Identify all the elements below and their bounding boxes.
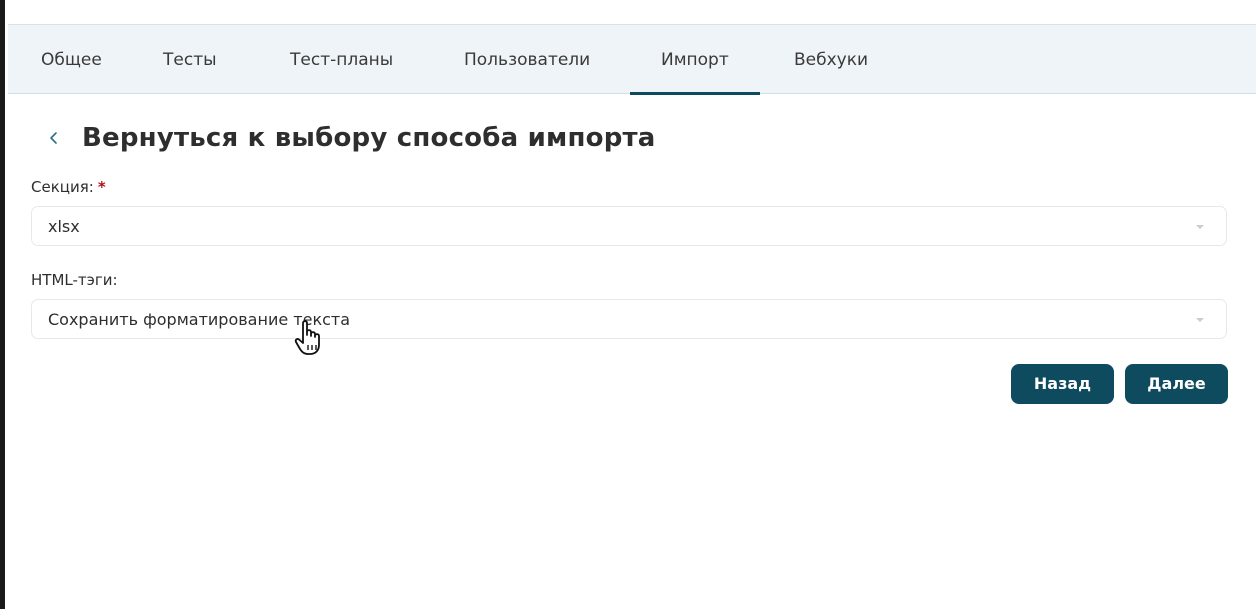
section-label: Секция: * xyxy=(31,178,106,196)
tab-tests[interactable]: Тесты xyxy=(163,25,217,94)
tab-users[interactable]: Пользователи xyxy=(464,25,590,94)
section-label-text: Секция: xyxy=(31,178,94,196)
section-select-value: xlsx xyxy=(48,217,80,236)
tab-webhooks[interactable]: Вебхуки xyxy=(794,25,868,94)
import-page: Общее Тесты Тест-планы Пользователи Импо… xyxy=(0,0,1256,609)
back-title[interactable]: Вернуться к выбору способа импорта xyxy=(82,123,656,153)
tab-test-plans[interactable]: Тест-планы xyxy=(290,25,393,94)
tab-import[interactable]: Импорт xyxy=(630,25,760,95)
required-mark: * xyxy=(97,178,106,196)
html-tags-select-value: Сохранить форматирование текста xyxy=(48,310,351,329)
html-tags-label: HTML-тэги: xyxy=(31,271,118,289)
caret-down-icon xyxy=(1196,225,1204,229)
tab-general[interactable]: Общее xyxy=(41,25,102,94)
back-link[interactable]: Вернуться к выбору способа импорта xyxy=(42,116,656,160)
section-select[interactable]: xlsx xyxy=(31,206,1227,246)
next-button[interactable]: Далее xyxy=(1125,364,1228,404)
back-button[interactable]: Назад xyxy=(1011,364,1114,404)
caret-down-icon xyxy=(1196,318,1204,322)
window-edge xyxy=(0,0,5,609)
chevron-left-icon[interactable] xyxy=(42,126,66,150)
tab-bar: Общее Тесты Тест-планы Пользователи Импо… xyxy=(8,24,1256,95)
html-tags-select[interactable]: Сохранить форматирование текста xyxy=(31,299,1227,339)
